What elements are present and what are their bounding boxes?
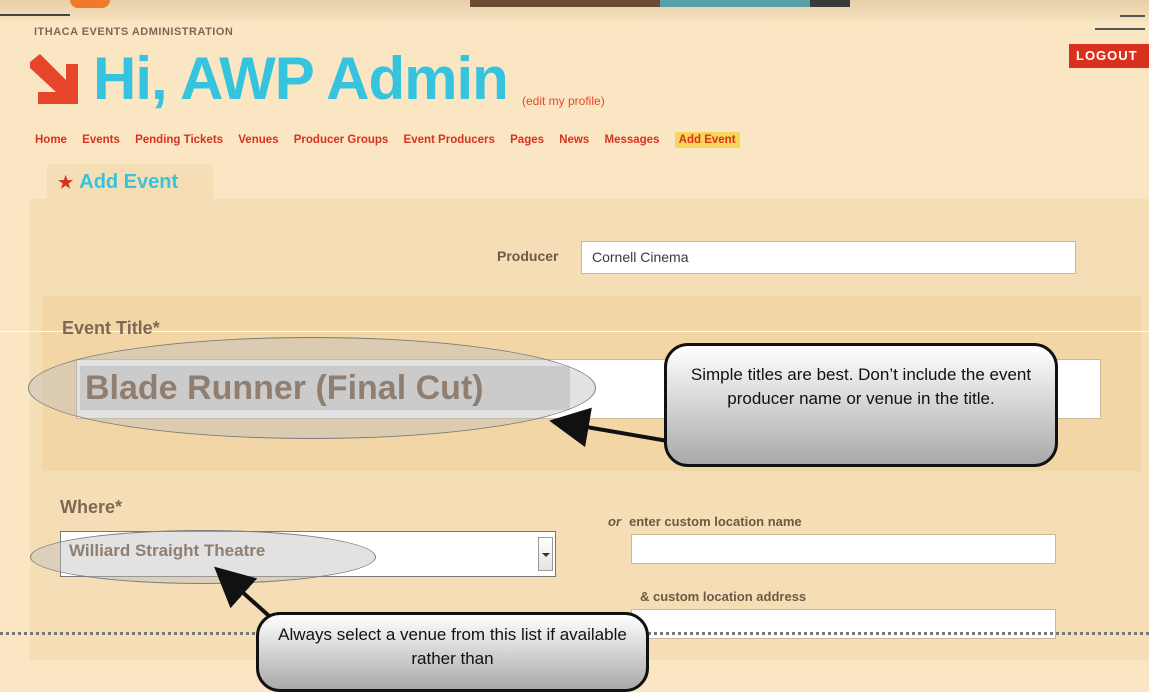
nav-item-event-producers[interactable]: Event Producers: [404, 134, 495, 146]
venue-dropdown-button[interactable]: [538, 537, 553, 571]
title-tip-callout: Simple titles are best. Don’t include th…: [664, 343, 1058, 467]
nav-item-events[interactable]: Events: [82, 134, 120, 146]
nav-item-add-event[interactable]: Add Event: [674, 132, 740, 148]
tab-add-event[interactable]: ★ Add Event: [47, 164, 213, 200]
highlight-oval: [28, 337, 596, 439]
where-label: Where*: [60, 497, 123, 517]
custom-address-label: & custom location address: [640, 589, 807, 604]
divider: [0, 331, 1149, 332]
dark-decor: [810, 0, 850, 7]
top-decorative-strip: [0, 0, 1149, 22]
chevron-down-icon: [542, 553, 550, 557]
nav-item-messages[interactable]: Messages: [604, 134, 659, 146]
custom-location-name-input[interactable]: [631, 534, 1056, 564]
or-word: or: [608, 514, 621, 529]
greeting-heading: Hi, AWP Admin: [93, 45, 509, 112]
tab-label: Add Event: [79, 171, 179, 193]
nav-item-pages[interactable]: Pages: [510, 134, 544, 146]
nav-item-producer-groups[interactable]: Producer Groups: [294, 134, 389, 146]
logout-button[interactable]: LOGOUT: [1069, 44, 1149, 68]
producer-label: Producer: [497, 248, 559, 264]
divider: [1120, 15, 1145, 17]
nav-item-home[interactable]: Home: [35, 134, 67, 146]
teal-decor: [660, 0, 810, 7]
venue-tip-callout: Always select a venue from this list if …: [256, 612, 649, 692]
nav-item-venues[interactable]: Venues: [238, 134, 278, 146]
producer-field[interactable]: Cornell Cinema: [581, 241, 1076, 274]
custom-location-label: or enter custom location name: [608, 514, 802, 529]
arrow-logo-icon: [30, 54, 78, 104]
divider: [0, 14, 70, 16]
main-nav: Home Events Pending Tickets Venues Produ…: [35, 132, 752, 148]
nav-item-pending-tickets[interactable]: Pending Tickets: [135, 134, 223, 146]
orange-decor: [70, 0, 110, 8]
edit-profile-link[interactable]: (edit my profile): [522, 94, 605, 108]
highlight-oval: [30, 530, 376, 584]
custom-location-label-text: enter custom location name: [629, 514, 802, 529]
divider: [1095, 28, 1145, 30]
event-title-label: Event Title*: [62, 318, 160, 338]
brown-decor: [470, 0, 660, 7]
star-icon: ★: [58, 173, 74, 192]
org-name: ITHACA EVENTS ADMINISTRATION: [34, 26, 234, 38]
nav-item-news[interactable]: News: [559, 134, 589, 146]
